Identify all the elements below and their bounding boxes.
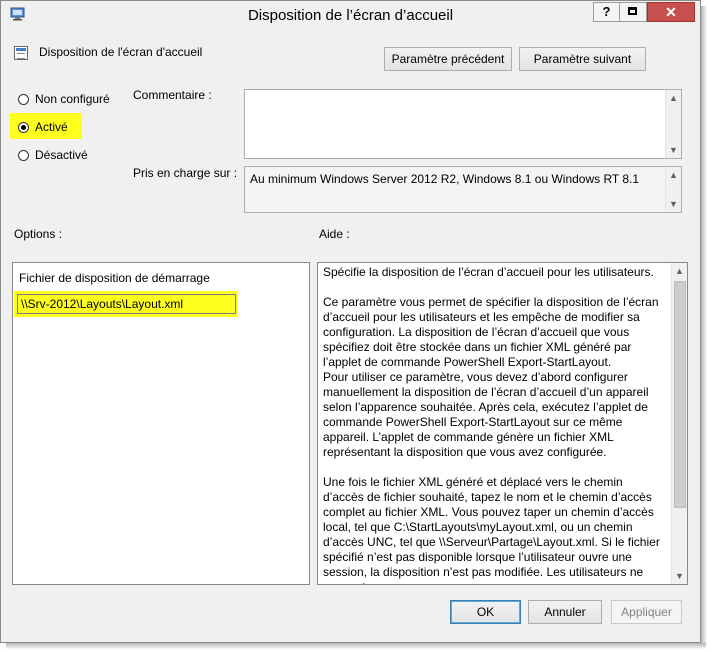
- help-paragraph: Une fois le fichier XML généré et déplac…: [323, 475, 660, 584]
- supported-on-label: Pris en charge sur :: [133, 166, 238, 180]
- supported-on-field: Au minimum Windows Server 2012 R2, Windo…: [244, 166, 682, 213]
- maximize-icon: [628, 7, 637, 15]
- window-shadow-right: [701, 6, 707, 646]
- scroll-down-icon[interactable]: ▼: [666, 196, 681, 212]
- title-bar: Disposition de l’écran d’accueil ? ✕: [1, 1, 700, 32]
- radio-disabled-label: Désactivé: [35, 148, 88, 162]
- scroll-up-icon[interactable]: ▲: [672, 263, 687, 279]
- supported-on-value: Au minimum Windows Server 2012 R2, Windo…: [250, 172, 640, 186]
- apply-button[interactable]: Appliquer: [611, 600, 682, 624]
- scroll-down-icon[interactable]: ▼: [672, 568, 687, 584]
- previous-setting-button[interactable]: Paramètre précédent: [384, 47, 512, 71]
- comment-label: Commentaire :: [133, 88, 212, 102]
- help-text: Spécifie la disposition de l’écran d’acc…: [323, 265, 663, 584]
- scroll-down-icon[interactable]: ▼: [666, 142, 681, 158]
- radio-enabled-circle: [18, 122, 29, 133]
- options-panel: Fichier de disposition de démarrage \\Sr…: [12, 262, 310, 585]
- scroll-up-icon[interactable]: ▲: [666, 90, 681, 106]
- close-button[interactable]: ✕: [647, 2, 695, 22]
- start-layout-file-input[interactable]: \\Srv-2012\Layouts\Layout.xml: [17, 294, 236, 314]
- help-scrollbar[interactable]: ▲ ▼: [671, 263, 687, 584]
- next-setting-button[interactable]: Paramètre suivant: [519, 47, 646, 71]
- cancel-button[interactable]: Annuler: [528, 600, 602, 624]
- start-layout-file-label: Fichier de disposition de démarrage: [19, 271, 210, 285]
- help-paragraph: Spécifie la disposition de l’écran d’acc…: [323, 265, 654, 279]
- start-layout-file-value: \\Srv-2012\Layouts\Layout.xml: [21, 297, 184, 311]
- maximize-button[interactable]: [620, 2, 647, 22]
- policy-name-label: Disposition de l'écran d'accueil: [39, 45, 203, 59]
- ok-button[interactable]: OK: [450, 600, 521, 624]
- help-paragraph: Pour utiliser ce paramètre, vous devez d…: [323, 370, 649, 459]
- comment-scrollbar[interactable]: ▲ ▼: [665, 90, 681, 158]
- comment-textarea[interactable]: ▲ ▼: [244, 89, 682, 159]
- policy-dialog-window: Disposition de l’écran d’accueil ? ✕ Dis…: [0, 0, 701, 643]
- help-heading: Aide :: [319, 227, 350, 241]
- radio-enabled-label: Activé: [35, 120, 68, 134]
- policy-setting-icon: [14, 46, 28, 60]
- help-caption-button[interactable]: ?: [593, 2, 620, 22]
- help-paragraph: Ce paramètre vous permet de spécifier la…: [323, 295, 659, 369]
- supported-scrollbar[interactable]: ▲ ▼: [665, 167, 681, 212]
- scroll-up-icon[interactable]: ▲: [666, 167, 681, 183]
- radio-disabled-circle: [18, 150, 29, 161]
- options-heading: Options :: [14, 227, 63, 241]
- radio-not-configured-circle: [18, 94, 29, 105]
- window-shadow-bottom: [6, 643, 706, 649]
- radio-not-configured-label: Non configuré: [35, 92, 110, 106]
- help-scroll-thumb[interactable]: [674, 281, 686, 508]
- help-panel: Spécifie la disposition de l’écran d’acc…: [317, 262, 688, 585]
